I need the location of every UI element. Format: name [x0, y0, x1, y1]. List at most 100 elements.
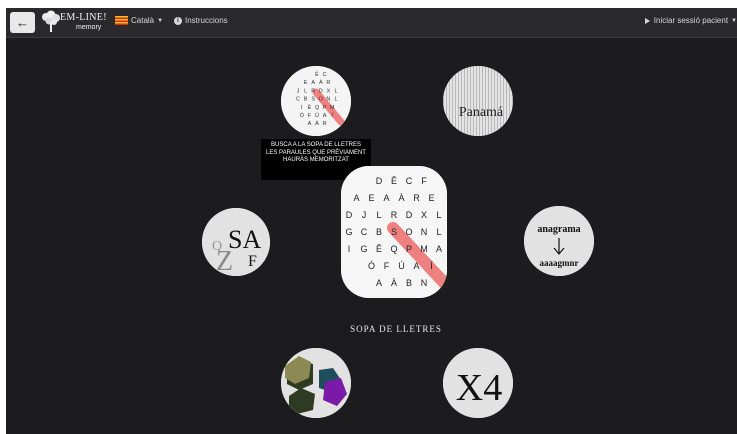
grid-letter: O	[319, 97, 324, 103]
grid-letter: C	[361, 227, 368, 237]
grid-letter: A	[376, 278, 382, 288]
back-button[interactable]: ←	[10, 12, 35, 33]
arrow-left-icon: ←	[16, 15, 29, 30]
grid-letter: N	[326, 97, 330, 103]
grid-letter: A	[436, 244, 442, 254]
app-window: ← EM-LINE! memory Català ▼ i Instruccion…	[6, 8, 737, 434]
info-circle-icon: i	[174, 16, 182, 25]
app-logo[interactable]: EM-LINE! memory	[40, 10, 107, 36]
catalan-flag-icon	[115, 16, 128, 25]
grid-letter: R	[323, 121, 327, 127]
logo-subtitle: memory	[76, 24, 102, 31]
word-search-board: D Ê C FA E A À R ED J L R D X LG C B S O N LI G Ê Q P M AÓ F Ú A ÍA À B N	[341, 166, 447, 298]
grid-letter: Ê	[391, 176, 397, 186]
game-word-search-button[interactable]: ÊCEAÀRJLRDXLCBSONLIÊQPMÓFÚAÍAÀR	[281, 66, 351, 136]
grid-letter: À	[398, 193, 404, 203]
grid-letter: B	[376, 227, 382, 237]
grid-letter: À	[319, 79, 323, 86]
instructions-link[interactable]: i Instruccions	[174, 16, 228, 25]
grid-letter: G	[345, 227, 352, 237]
grid-letter: Q	[315, 105, 320, 111]
grid-letter: R	[413, 193, 420, 203]
grid-letter: A	[311, 80, 315, 86]
grid-letter: J	[362, 210, 367, 220]
language-dropdown[interactable]: Català ▼	[115, 16, 163, 25]
instructions-label: Instruccions	[185, 16, 228, 25]
grid-letter: X	[421, 210, 427, 220]
panama-thumbnail: Panamá	[443, 66, 513, 136]
current-game-word-search[interactable]: DÊCFAEAÀREDJLRDXLGCBSONLIGÊQPMAÓFÚAÍAÀBN	[341, 166, 447, 298]
game-panama-button[interactable]: Panamá	[443, 66, 513, 136]
shapes-thumbnail	[281, 348, 351, 418]
grid-letter: Ó	[368, 261, 375, 271]
grid-letter: L	[304, 88, 307, 94]
grid-letter: N	[421, 278, 428, 288]
game-x4-button[interactable]: X4	[443, 348, 513, 418]
panama-text: Panamá	[459, 105, 504, 120]
grid-letter: D	[406, 210, 413, 220]
grid-letter: C	[323, 72, 327, 78]
grid-letter: O	[405, 227, 412, 237]
start-session-dropdown[interactable]: Iniciar sessió pacient ▼	[644, 16, 737, 25]
grid-letter: Ê	[376, 244, 382, 254]
grid-letter: S	[311, 97, 315, 103]
anagram-thumbnail: anagrama aaaagmnr	[524, 206, 594, 276]
grid-letter: R	[311, 88, 315, 94]
grid-letter: S	[391, 227, 397, 237]
current-game-label: SOPA DE LLETRES	[350, 324, 442, 334]
grid-letter: D	[346, 210, 353, 220]
grid-letter: N	[421, 227, 428, 237]
start-session-label: Iniciar sessió pacient	[653, 16, 729, 25]
grid-letter: Q	[390, 244, 397, 254]
letters-thumbnail: Q Z SA F	[202, 208, 270, 276]
grid-letter: Ê	[308, 103, 312, 111]
grid-letter: Ó	[300, 112, 305, 119]
top-navbar: ← EM-LINE! memory Català ▼ i Instruccion…	[6, 8, 737, 38]
game-anagram-button[interactable]: anagrama aaaagmnr	[524, 206, 594, 276]
grid-letter: À	[315, 120, 319, 127]
caret-down-icon: ▼	[731, 17, 737, 24]
grid-letter: E	[304, 80, 308, 86]
grid-letter: L	[436, 227, 441, 237]
grid-letter: Ú	[398, 261, 405, 271]
grid-letter: Ê	[315, 70, 319, 78]
svg-text:X4: X4	[456, 367, 502, 409]
grid-letter: X	[327, 88, 331, 94]
grid-letter: G	[360, 244, 367, 254]
grid-letter: I	[348, 244, 351, 254]
tree-logo-icon	[42, 10, 60, 32]
grid-letter: R	[326, 80, 330, 86]
grid-letter: E	[368, 193, 374, 203]
game-shapes-button[interactable]	[281, 348, 351, 418]
grid-letter: P	[406, 244, 412, 254]
grid-letter: B	[406, 278, 412, 288]
grid-letter: F	[421, 176, 427, 186]
logo-title: EM-LINE!	[60, 12, 107, 23]
grid-letter: L	[334, 97, 337, 103]
game-letters-button[interactable]: Q Z SA F	[202, 208, 270, 276]
grid-letter: D	[319, 88, 323, 94]
language-label: Català	[131, 16, 155, 25]
grid-letter: E	[428, 193, 434, 203]
grid-letter: L	[436, 210, 441, 220]
svg-text:F: F	[248, 253, 257, 270]
grid-letter: M	[330, 105, 335, 111]
grid-letter: B	[304, 97, 308, 103]
grid-letter: L	[376, 210, 381, 220]
grid-letter: A	[308, 121, 312, 127]
grid-letter: R	[391, 210, 398, 220]
svg-text:SA: SA	[228, 225, 261, 254]
word-search-thumbnail: Ê CE A À RJ L R D X LC B S O N LI Ê Q P MÓ F Ú A ÍA À R	[281, 66, 351, 136]
grid-letter: M	[420, 244, 428, 254]
svg-text:aaaagmnr: aaaagmnr	[540, 258, 579, 268]
grid-letter: C	[406, 176, 413, 186]
grid-letter: C	[296, 97, 300, 103]
grid-letter: A	[323, 113, 327, 119]
grid-letter: A	[413, 261, 419, 271]
grid-letter: L	[334, 88, 337, 94]
caret-down-icon: ▼	[157, 17, 164, 24]
grid-letter: D	[376, 176, 383, 186]
grid-letter: J	[297, 88, 300, 94]
x4-thumbnail: X4	[443, 348, 513, 418]
grid-letter: F	[384, 261, 390, 271]
